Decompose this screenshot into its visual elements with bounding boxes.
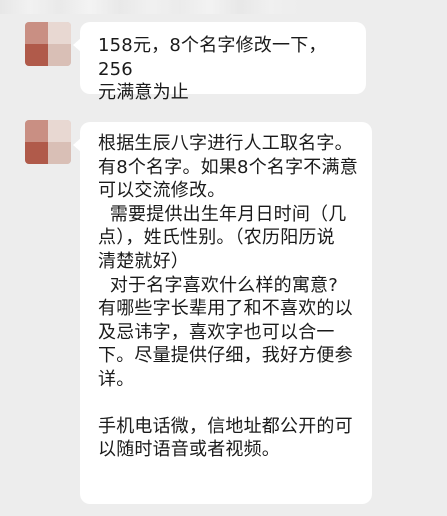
message-text: 有哪些字长辈用了和不喜欢的以 — [98, 298, 353, 320]
message-bubble[interactable]: 根据生辰八字进行人工取名字。 有8个名字。如果8个名字不满意 可以交流修改。 需… — [73, 122, 372, 504]
message-text: 元满意为止 — [98, 82, 189, 104]
message-text: 根据生辰八字进行人工取名字。 — [98, 133, 353, 154]
message-text: 需要提供出生年月日时间（几 — [98, 203, 347, 225]
cropped-top-strip — [0, 0, 447, 14]
message-text: 158元，8个名字修改一下，256 — [98, 35, 327, 80]
message-text: 及忌讳字，喜欢字也可以合一 — [98, 321, 335, 343]
avatar[interactable] — [25, 22, 71, 66]
message-text: 手机电话微，信地址都公开的可 — [98, 415, 353, 437]
message-text: 下。尽量提供仔细，我好方便参 — [98, 345, 353, 367]
message-text: 有8个名字。如果8个名字不满意 — [98, 156, 358, 178]
message-text: 清楚就好） — [98, 250, 189, 272]
message-text: 以随时语音或者视频。 — [98, 439, 280, 461]
message-text: 可以交流修改。 — [98, 180, 226, 202]
message-text: 详。 — [98, 368, 135, 390]
message-text: 点），姓氏性别。（农历阳历说 — [98, 227, 335, 249]
message-bubble[interactable]: 158元，8个名字修改一下，256 元满意为止 — [73, 22, 366, 103]
avatar[interactable] — [25, 120, 71, 164]
message-text: 对于名字喜欢什么样的寓意? — [98, 274, 338, 296]
